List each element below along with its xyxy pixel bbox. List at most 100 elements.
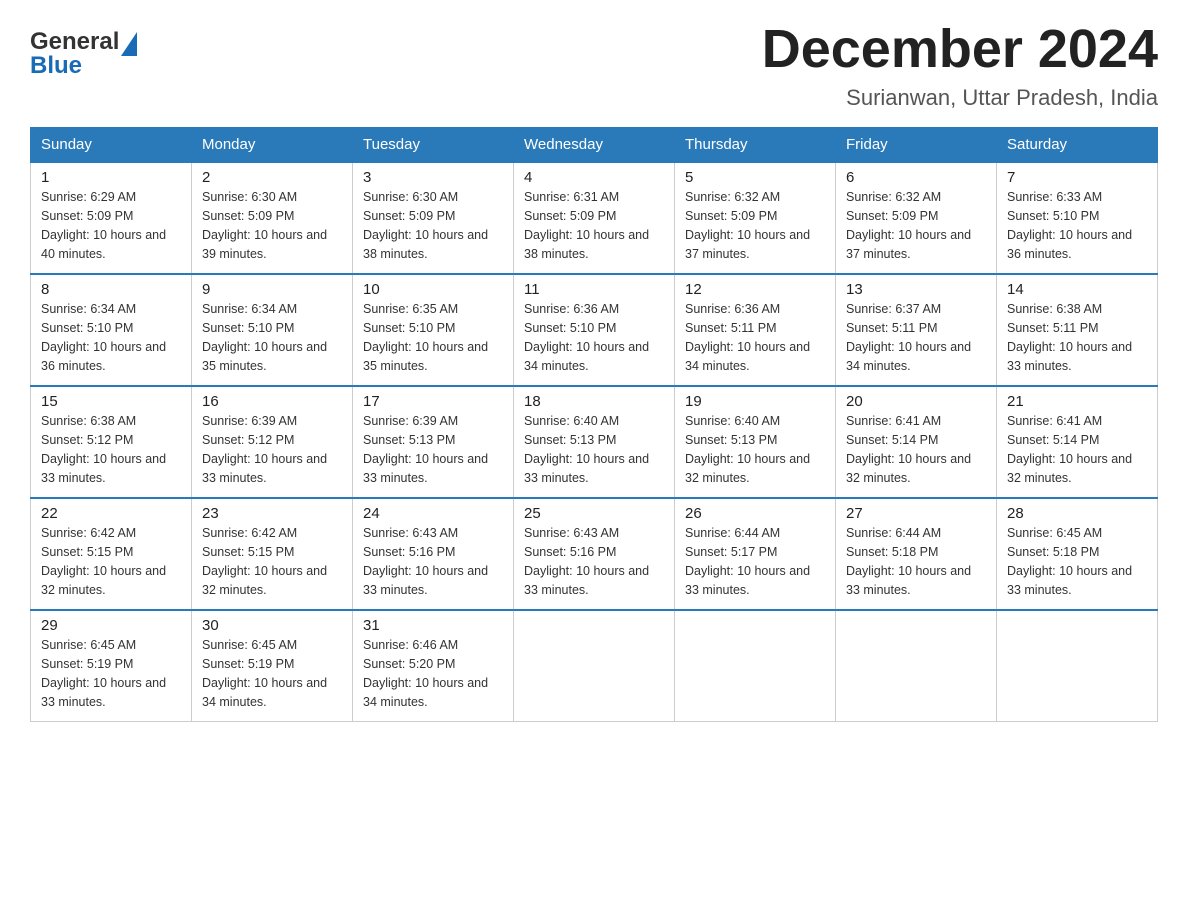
logo: General Blue — [30, 28, 137, 80]
day-info: Sunrise: 6:30 AMSunset: 5:09 PMDaylight:… — [202, 188, 342, 263]
day-info: Sunrise: 6:45 AMSunset: 5:19 PMDaylight:… — [202, 636, 342, 711]
day-info: Sunrise: 6:31 AMSunset: 5:09 PMDaylight:… — [524, 188, 664, 263]
day-number: 3 — [363, 169, 503, 186]
logo-text-blue: Blue — [30, 52, 82, 80]
day-info: Sunrise: 6:44 AMSunset: 5:17 PMDaylight:… — [685, 524, 825, 599]
day-cell-25: 25Sunrise: 6:43 AMSunset: 5:16 PMDayligh… — [514, 498, 675, 610]
day-cell-20: 20 Sunrise: 6:41 AMSunset: 5:14 PMDayligh… — [836, 386, 997, 498]
day-info: Sunrise: 6:34 AMSunset: 5:10 PMDaylight:… — [41, 300, 181, 375]
day-number: 16 — [202, 393, 342, 410]
logo-triangle-icon — [121, 32, 137, 56]
day-cell-23: 23 Sunrise: 6:42 AMSunset: 5:15 PMDayligh… — [192, 498, 353, 610]
page-header: General Blue December 2024 Surianwan, Ut… — [30, 20, 1158, 111]
day-info: Sunrise: 6:46 AMSunset: 5:20 PMDaylight:… — [363, 636, 503, 711]
day-info: Sunrise: 6:33 AMSunset: 5:10 PMDaylight:… — [1007, 188, 1147, 263]
day-number: 1 — [41, 169, 181, 186]
day-cell-15: 15 Sunrise: 6:38 AMSunset: 5:12 PMDayligh… — [31, 386, 192, 498]
day-number: 14 — [1007, 281, 1147, 298]
day-number: 11 — [524, 281, 664, 298]
day-cell-17: 17 Sunrise: 6:39 AMSunset: 5:13 PMDayligh… — [353, 386, 514, 498]
day-number: 24 — [363, 505, 503, 522]
day-number: 26 — [685, 505, 825, 522]
day-info: Sunrise: 6:36 AMSunset: 5:11 PMDaylight:… — [685, 300, 825, 375]
weekday-header-tuesday: Tuesday — [353, 128, 514, 163]
day-cell-28: 28Sunrise: 6:45 AMSunset: 5:18 PMDayligh… — [997, 498, 1158, 610]
week-row-1: 1 Sunrise: 6:29 AMSunset: 5:09 PMDaylight… — [31, 162, 1158, 274]
empty-cell — [514, 610, 675, 722]
day-number: 27 — [846, 505, 986, 522]
day-cell-16: 16Sunrise: 6:39 AMSunset: 5:12 PMDayligh… — [192, 386, 353, 498]
day-number: 22 — [41, 505, 181, 522]
day-number: 13 — [846, 281, 986, 298]
empty-cell — [997, 610, 1158, 722]
day-info: Sunrise: 6:43 AMSunset: 5:16 PMDaylight:… — [363, 524, 503, 599]
title-block: December 2024 Surianwan, Uttar Pradesh, … — [762, 20, 1158, 111]
day-number: 2 — [202, 169, 342, 186]
week-row-2: 8 Sunrise: 6:34 AMSunset: 5:10 PMDaylight… — [31, 274, 1158, 386]
weekday-header-friday: Friday — [836, 128, 997, 163]
day-cell-4: 4Sunrise: 6:31 AMSunset: 5:09 PMDaylight… — [514, 162, 675, 274]
day-cell-26: 26 Sunrise: 6:44 AMSunset: 5:17 PMDayligh… — [675, 498, 836, 610]
day-number: 21 — [1007, 393, 1147, 410]
week-row-5: 29 Sunrise: 6:45 AMSunset: 5:19 PMDayligh… — [31, 610, 1158, 722]
day-cell-3: 3 Sunrise: 6:30 AMSunset: 5:09 PMDaylight… — [353, 162, 514, 274]
day-number: 15 — [41, 393, 181, 410]
day-cell-10: 10 Sunrise: 6:35 AMSunset: 5:10 PMDayligh… — [353, 274, 514, 386]
week-row-4: 22 Sunrise: 6:42 AMSunset: 5:15 PMDayligh… — [31, 498, 1158, 610]
day-cell-19: 19Sunrise: 6:40 AMSunset: 5:13 PMDayligh… — [675, 386, 836, 498]
empty-cell — [675, 610, 836, 722]
day-cell-7: 7 Sunrise: 6:33 AMSunset: 5:10 PMDaylight… — [997, 162, 1158, 274]
day-number: 10 — [363, 281, 503, 298]
day-info: Sunrise: 6:36 AMSunset: 5:10 PMDaylight:… — [524, 300, 664, 375]
day-cell-13: 13 Sunrise: 6:37 AMSunset: 5:11 PMDayligh… — [836, 274, 997, 386]
day-number: 6 — [846, 169, 986, 186]
day-number: 30 — [202, 617, 342, 634]
day-info: Sunrise: 6:44 AMSunset: 5:18 PMDaylight:… — [846, 524, 986, 599]
day-cell-14: 14 Sunrise: 6:38 AMSunset: 5:11 PMDayligh… — [997, 274, 1158, 386]
day-number: 19 — [685, 393, 825, 410]
day-cell-8: 8 Sunrise: 6:34 AMSunset: 5:10 PMDaylight… — [31, 274, 192, 386]
day-info: Sunrise: 6:32 AMSunset: 5:09 PMDaylight:… — [846, 188, 986, 263]
empty-cell — [836, 610, 997, 722]
calendar-subtitle: Surianwan, Uttar Pradesh, India — [762, 85, 1158, 111]
day-info: Sunrise: 6:37 AMSunset: 5:11 PMDaylight:… — [846, 300, 986, 375]
day-info: Sunrise: 6:45 AMSunset: 5:19 PMDaylight:… — [41, 636, 181, 711]
day-cell-30: 30 Sunrise: 6:45 AMSunset: 5:19 PMDayligh… — [192, 610, 353, 722]
weekday-header-wednesday: Wednesday — [514, 128, 675, 163]
day-cell-24: 24 Sunrise: 6:43 AMSunset: 5:16 PMDayligh… — [353, 498, 514, 610]
day-info: Sunrise: 6:38 AMSunset: 5:12 PMDaylight:… — [41, 412, 181, 487]
day-cell-27: 27 Sunrise: 6:44 AMSunset: 5:18 PMDayligh… — [836, 498, 997, 610]
day-info: Sunrise: 6:30 AMSunset: 5:09 PMDaylight:… — [363, 188, 503, 263]
day-info: Sunrise: 6:41 AMSunset: 5:14 PMDaylight:… — [1007, 412, 1147, 487]
day-number: 17 — [363, 393, 503, 410]
day-number: 20 — [846, 393, 986, 410]
day-number: 5 — [685, 169, 825, 186]
calendar-title: December 2024 — [762, 20, 1158, 79]
day-cell-1: 1 Sunrise: 6:29 AMSunset: 5:09 PMDaylight… — [31, 162, 192, 274]
day-info: Sunrise: 6:41 AMSunset: 5:14 PMDaylight:… — [846, 412, 986, 487]
day-number: 23 — [202, 505, 342, 522]
day-cell-6: 6 Sunrise: 6:32 AMSunset: 5:09 PMDaylight… — [836, 162, 997, 274]
day-info: Sunrise: 6:45 AMSunset: 5:18 PMDaylight:… — [1007, 524, 1147, 599]
day-info: Sunrise: 6:42 AMSunset: 5:15 PMDaylight:… — [202, 524, 342, 599]
day-info: Sunrise: 6:39 AMSunset: 5:13 PMDaylight:… — [363, 412, 503, 487]
day-number: 9 — [202, 281, 342, 298]
day-number: 29 — [41, 617, 181, 634]
weekday-header-row: SundayMondayTuesdayWednesdayThursdayFrid… — [31, 128, 1158, 163]
day-info: Sunrise: 6:32 AMSunset: 5:09 PMDaylight:… — [685, 188, 825, 263]
day-cell-22: 22Sunrise: 6:42 AMSunset: 5:15 PMDayligh… — [31, 498, 192, 610]
day-info: Sunrise: 6:35 AMSunset: 5:10 PMDaylight:… — [363, 300, 503, 375]
weekday-header-thursday: Thursday — [675, 128, 836, 163]
day-cell-18: 18Sunrise: 6:40 AMSunset: 5:13 PMDayligh… — [514, 386, 675, 498]
day-number: 31 — [363, 617, 503, 634]
day-number: 8 — [41, 281, 181, 298]
day-cell-29: 29 Sunrise: 6:45 AMSunset: 5:19 PMDayligh… — [31, 610, 192, 722]
day-info: Sunrise: 6:38 AMSunset: 5:11 PMDaylight:… — [1007, 300, 1147, 375]
day-number: 7 — [1007, 169, 1147, 186]
calendar-table: SundayMondayTuesdayWednesdayThursdayFrid… — [30, 127, 1158, 722]
day-info: Sunrise: 6:29 AMSunset: 5:09 PMDaylight:… — [41, 188, 181, 263]
day-cell-12: 12Sunrise: 6:36 AMSunset: 5:11 PMDayligh… — [675, 274, 836, 386]
day-cell-21: 21 Sunrise: 6:41 AMSunset: 5:14 PMDayligh… — [997, 386, 1158, 498]
day-cell-31: 31 Sunrise: 6:46 AMSunset: 5:20 PMDayligh… — [353, 610, 514, 722]
day-info: Sunrise: 6:43 AMSunset: 5:16 PMDaylight:… — [524, 524, 664, 599]
